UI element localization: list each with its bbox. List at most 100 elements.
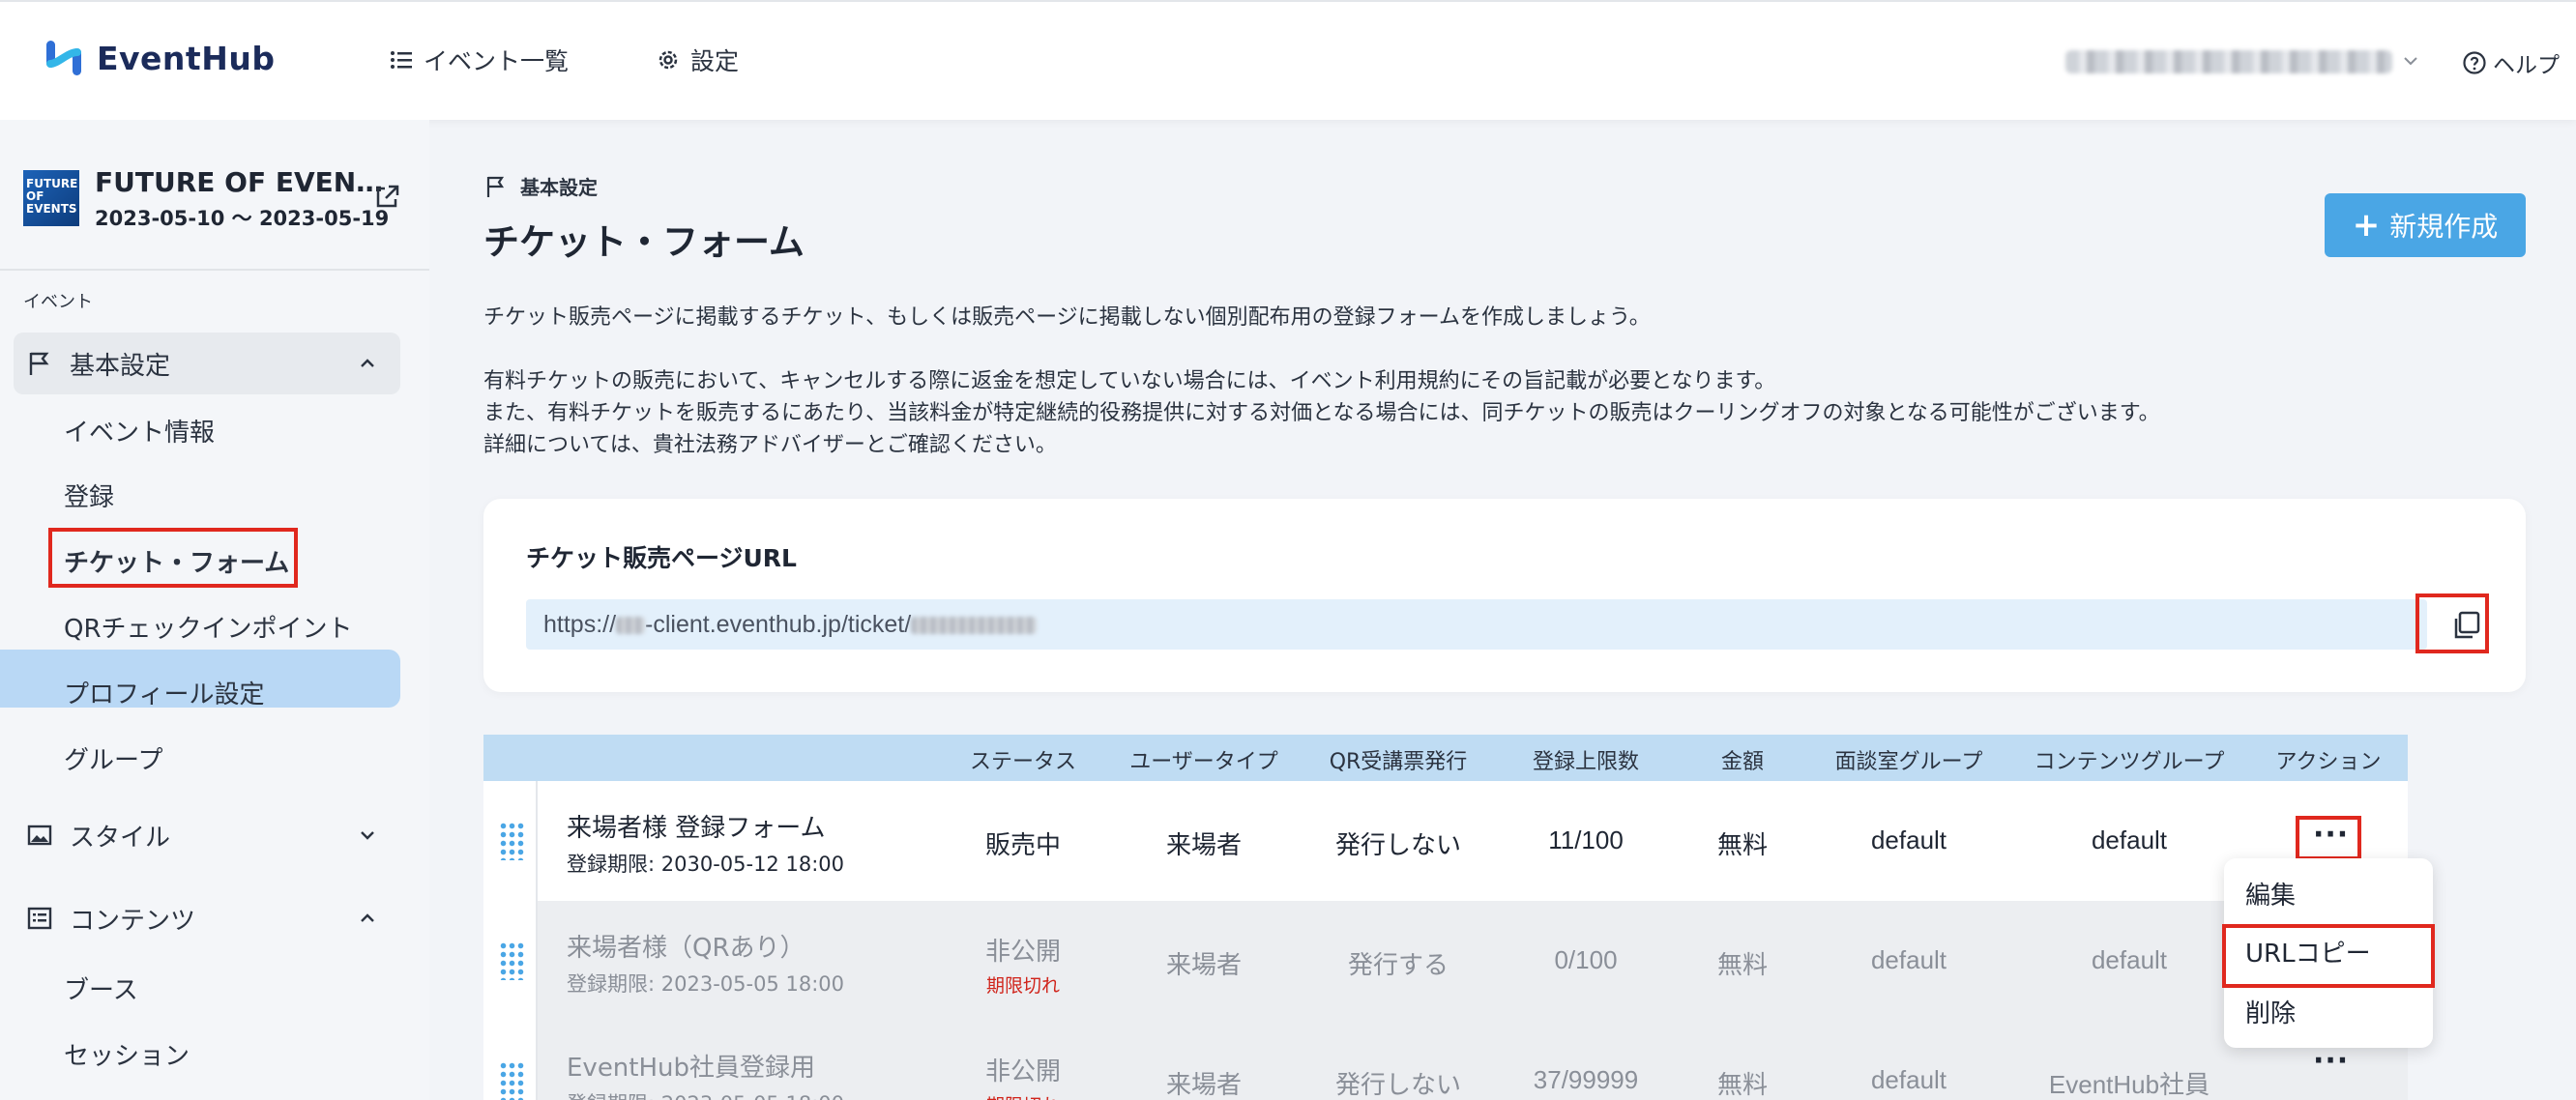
- row-limit: 37/99999: [1533, 1065, 1639, 1094]
- drag-handle-icon: [499, 941, 524, 980]
- row-status-label: 非公開: [984, 1057, 1062, 1086]
- chevron-down-icon: [361, 831, 374, 840]
- row-period: 登録期限: 2023-05-05 18:00: [567, 972, 844, 996]
- sidebar-divider: [0, 269, 429, 271]
- sidebar: FUTURE OF EVENTS FUTURE OF EVEN… 2023-05…: [0, 120, 429, 1100]
- row-price: 無料: [1716, 830, 1769, 859]
- row-room-group: default: [1870, 825, 1947, 854]
- image-icon: [27, 825, 52, 846]
- sidebar-group-label: スタイル: [70, 823, 171, 853]
- external-link-icon[interactable]: [371, 182, 402, 213]
- url-middle: -client.eventhub.jp/ticket/: [645, 611, 912, 638]
- drag-handle-icon: [499, 822, 524, 860]
- help-circle-icon: [2463, 51, 2486, 74]
- description-line: また、有料チケットを販売するにあたり、当該料金が特定継続的役務提供に対する対価と…: [483, 401, 2160, 425]
- sidebar-item-session[interactable]: セッション: [64, 1036, 190, 1072]
- row-status: 非公開 期限切れ: [985, 1052, 1061, 1100]
- row-expired-label: 期限切れ: [985, 1091, 1061, 1100]
- ticket-url-label: チケット販売ページURL: [526, 544, 797, 572]
- sidebar-group-contents[interactable]: コンテンツ: [14, 887, 400, 949]
- content-list-icon: [27, 907, 52, 930]
- highlight-box-copy: [2415, 593, 2489, 653]
- th-action: アクション: [2275, 750, 2382, 774]
- row-status: 非公開 期限切れ: [985, 932, 1061, 998]
- top-header: EventHub イベント一覧 設定 ヘルプ: [0, 0, 2576, 120]
- drag-handle[interactable]: [483, 781, 538, 901]
- flag-icon: [486, 176, 505, 197]
- table-row[interactable]: 来場者様（QRあり） 登録期限: 2023-05-05 18:00 非公開 期限…: [483, 901, 2408, 1021]
- url-blurred-part: [616, 617, 646, 635]
- row-action-more-button[interactable]: ···: [2313, 1044, 2349, 1078]
- row-status: 販売中: [984, 830, 1062, 859]
- table-row[interactable]: 来場者様 登録フォーム 登録期限: 2030-05-12 18:00 販売中 来…: [483, 781, 2408, 901]
- row-status-label: 非公開: [984, 937, 1062, 966]
- plus-icon: +: [2352, 206, 2381, 245]
- drag-handle[interactable]: [483, 1021, 538, 1100]
- th-user-type: ユーザータイプ: [1129, 750, 1278, 774]
- th-room-group: 面談室グループ: [1834, 750, 1983, 774]
- drag-handle[interactable]: [483, 901, 538, 1021]
- description-line: 詳細については、貴社法務アドバイザーとご確認ください。: [483, 433, 1057, 457]
- user-account-blurred[interactable]: [2065, 50, 2392, 73]
- sidebar-group-basic-settings[interactable]: 基本設定: [14, 333, 400, 394]
- app-logo[interactable]: EventHub: [41, 35, 275, 81]
- url-prefix: https://: [543, 611, 617, 638]
- chevron-up-icon: [361, 359, 374, 367]
- chevron-down-icon[interactable]: [2402, 52, 2419, 70]
- th-limit: 登録上限数: [1532, 750, 1640, 774]
- breadcrumb-label: 基本設定: [520, 176, 598, 199]
- sidebar-item-booth[interactable]: ブース: [64, 970, 138, 1006]
- row-qr: 発行する: [1347, 950, 1449, 979]
- list-icon: [391, 51, 412, 69]
- row-content-group: EventHub社員: [2048, 1070, 2210, 1099]
- sidebar-item-group[interactable]: グループ: [64, 740, 162, 776]
- description-line: チケット販売ページに掲載するチケット、もしくは販売ページに掲載しない個別配布用の…: [483, 305, 1651, 330]
- description-line: 有料チケットの販売において、キャンセルする際に返金を想定していない場合には、イベ…: [483, 369, 1776, 393]
- highlight-box-sidebar: [48, 528, 298, 588]
- event-dates: 2023-05-10 〜 2023-05-19: [95, 207, 390, 230]
- row-user-type: 来場者: [1165, 950, 1243, 979]
- row-qr: 発行しない: [1334, 830, 1462, 859]
- drag-handle-icon: [499, 1061, 524, 1100]
- sidebar-item-event-info[interactable]: イベント情報: [64, 413, 215, 449]
- row-period: 登録期限: 2030-05-12 18:00: [567, 853, 844, 876]
- gear-icon: [659, 50, 678, 70]
- help-label: ヘルプ: [2493, 53, 2560, 78]
- row-content-group: default: [2091, 945, 2168, 974]
- help-link[interactable]: ヘルプ: [2462, 46, 2560, 79]
- th-content-group: コンテンツグループ: [2034, 750, 2225, 774]
- sidebar-group-style[interactable]: スタイル: [14, 804, 400, 866]
- th-qr: QR受講票発行: [1329, 750, 1468, 774]
- nav-settings[interactable]: 設定: [656, 43, 739, 77]
- row-content-group: default: [2091, 825, 2168, 854]
- nav-settings-label: 設定: [690, 47, 740, 75]
- row-title: EventHub社員登録用: [567, 1054, 816, 1083]
- ticket-url-field[interactable]: https:// -client.eventhub.jp/ticket/: [526, 599, 2427, 650]
- sidebar-item-qr-checkin[interactable]: QRチェックインポイント: [64, 609, 353, 645]
- new-create-label: 新規作成: [2389, 211, 2499, 243]
- menu-item-edit[interactable]: 編集: [2245, 876, 2296, 912]
- logo-text: EventHub: [97, 39, 276, 77]
- breadcrumb: 基本設定: [483, 172, 598, 200]
- row-limit: 11/100: [1548, 825, 1624, 854]
- row-qr: 発行しない: [1334, 1070, 1462, 1099]
- sidebar-item-profile[interactable]: プロフィール設定: [64, 675, 264, 710]
- highlight-box-url-copy: [2222, 924, 2435, 988]
- table-row[interactable]: EventHub社員登録用 登録期限: 2023-05-05 18:00 非公開…: [483, 1021, 2408, 1100]
- sidebar-group-label: コンテンツ: [70, 906, 196, 936]
- nav-event-list-label: イベント一覧: [424, 47, 570, 75]
- row-expired-label: 期限切れ: [985, 976, 1061, 997]
- chevron-up-icon: [361, 913, 374, 922]
- menu-item-delete[interactable]: 削除: [2245, 994, 2296, 1029]
- eventhub-logo-icon: [46, 41, 81, 75]
- row-room-group: default: [1870, 1065, 1947, 1094]
- new-create-button[interactable]: + 新規作成: [2325, 193, 2526, 257]
- nav-event-list[interactable]: イベント一覧: [389, 43, 569, 77]
- sidebar-group-label: 基本設定: [70, 351, 171, 381]
- event-thumbnail: FUTURE OF EVENTS: [23, 170, 79, 226]
- row-user-type: 来場者: [1165, 830, 1243, 859]
- row-title: 来場者様 登録フォーム: [567, 814, 826, 843]
- row-user-type: 来場者: [1165, 1070, 1243, 1099]
- sidebar-item-registration[interactable]: 登録: [64, 478, 114, 513]
- event-name: FUTURE OF EVEN…: [95, 166, 384, 198]
